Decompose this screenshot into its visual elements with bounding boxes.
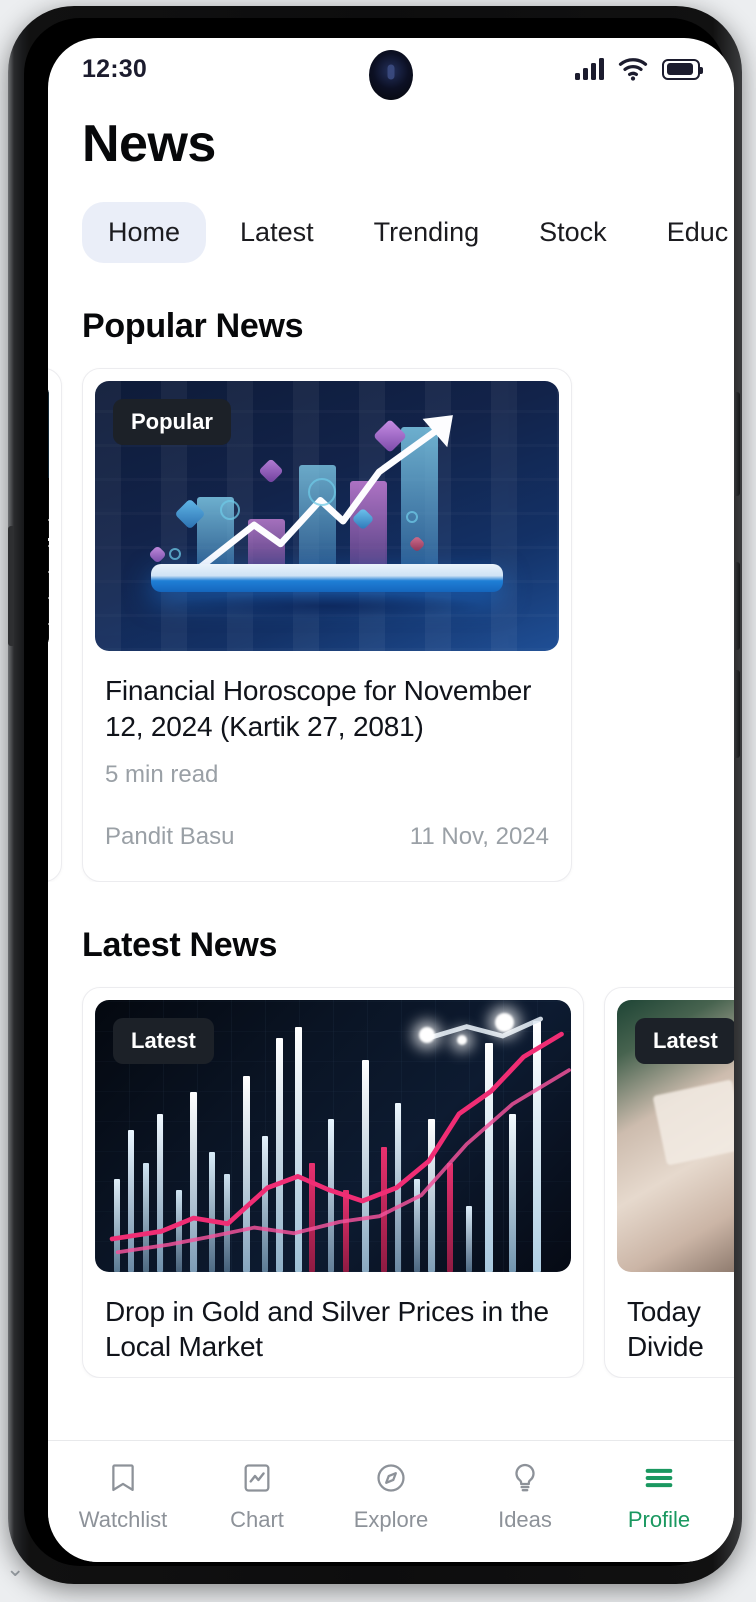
news-card-title: Today Divide xyxy=(627,1295,704,1363)
latest-news-carousel[interactable]: Latest Drop in Gold and Silver Prices in… xyxy=(48,965,734,1379)
phone-bezel: 12:30 News Home Latest Trending Stock Ed… xyxy=(24,18,734,1566)
chart-icon xyxy=(244,1463,270,1492)
nav-label: Ideas xyxy=(498,1506,552,1532)
news-thumbnail: Latest xyxy=(95,999,571,1272)
news-thumbnail: Latest xyxy=(617,999,734,1272)
news-thumbnail: Popular xyxy=(95,381,559,651)
nav-label: Explore xyxy=(353,1506,429,1532)
screenshot-root: ⌄ 12:30 News Home Latest Trending Stock … xyxy=(0,0,756,1602)
volume-down-button[interactable] xyxy=(733,670,740,758)
market-grid-artwork xyxy=(48,381,49,651)
news-card-author: Pandit Basu xyxy=(105,822,235,850)
tab-home[interactable]: Home xyxy=(82,202,207,263)
status-time: 12:30 xyxy=(82,54,147,83)
page-title: News xyxy=(82,115,216,173)
frame-left-accent xyxy=(8,526,14,646)
category-tabs[interactable]: Home Latest Trending Stock Educ xyxy=(48,174,734,263)
tab-stock[interactable]: Stock xyxy=(513,202,633,263)
signal-icon xyxy=(575,58,604,80)
news-card[interactable]: Latest Today Divide xyxy=(604,986,734,1379)
phone-screen: 12:30 News Home Latest Trending Stock Ed… xyxy=(48,38,734,1562)
news-card-read-time: 5 min read xyxy=(105,760,219,788)
popular-news-heading: Popular News xyxy=(82,307,304,345)
status-badge: Popular xyxy=(113,399,231,445)
nav-item-ideas[interactable]: Ideas xyxy=(463,1461,587,1533)
tab-education[interactable]: Educ xyxy=(641,202,734,263)
volume-up-button[interactable] xyxy=(733,562,740,650)
news-thumbnail xyxy=(48,381,49,651)
status-badge: Latest xyxy=(635,1017,734,1064)
news-card[interactable]: Latest Drop in Gold and Silver Prices in… xyxy=(82,986,584,1379)
nav-item-profile[interactable]: Profile xyxy=(597,1461,721,1533)
status-badge: Latest xyxy=(113,1017,214,1064)
status-bar: 12:30 xyxy=(48,38,734,100)
news-card-meta: Pandit Basu 11 Nov, 2024 xyxy=(95,789,559,869)
popular-news-carousel[interactable]: rices in 12 Nov, 2024 Popular xyxy=(48,346,734,882)
tab-latest[interactable]: Latest xyxy=(214,202,340,263)
latest-news-heading: Latest News xyxy=(82,925,278,964)
tab-trending[interactable]: Trending xyxy=(348,202,506,263)
status-icons xyxy=(575,56,703,82)
news-card-title: Financial Horoscope for November 12, 202… xyxy=(105,675,532,742)
news-card[interactable]: Popular Financial Horoscope for November… xyxy=(82,368,572,882)
news-card[interactable]: rices in 12 Nov, 2024 xyxy=(48,368,62,882)
chevron-down-icon[interactable]: ⌄ xyxy=(6,1558,24,1580)
wifi-icon xyxy=(618,58,648,81)
nav-item-chart[interactable]: Chart xyxy=(195,1461,319,1533)
nav-item-explore[interactable]: Explore xyxy=(329,1461,453,1533)
news-card-date: 11 Nov, 2024 xyxy=(409,822,549,850)
power-button[interactable] xyxy=(733,392,740,496)
lightbulb-icon xyxy=(515,1463,535,1491)
nav-item-watchlist[interactable]: Watchlist xyxy=(61,1461,185,1533)
news-card-title: rices in xyxy=(48,651,49,709)
nav-label: Chart xyxy=(230,1506,284,1532)
nav-label: Watchlist xyxy=(78,1506,168,1532)
news-card-title: Drop in Gold and Silver Prices in the Lo… xyxy=(105,1295,549,1363)
bottom-navigation: Watchlist Chart Explore Ideas Profile xyxy=(48,1440,734,1562)
bookmark-icon xyxy=(112,1463,134,1491)
battery-icon xyxy=(662,58,703,80)
nav-label: Profile xyxy=(627,1506,691,1532)
phone-frame: 12:30 News Home Latest Trending Stock Ed… xyxy=(8,6,742,1584)
news-card-meta: 12 Nov, 2024 xyxy=(48,709,49,817)
front-camera-punch-hole xyxy=(369,50,413,100)
menu-icon xyxy=(645,1468,673,1487)
compass-icon xyxy=(377,1463,405,1492)
